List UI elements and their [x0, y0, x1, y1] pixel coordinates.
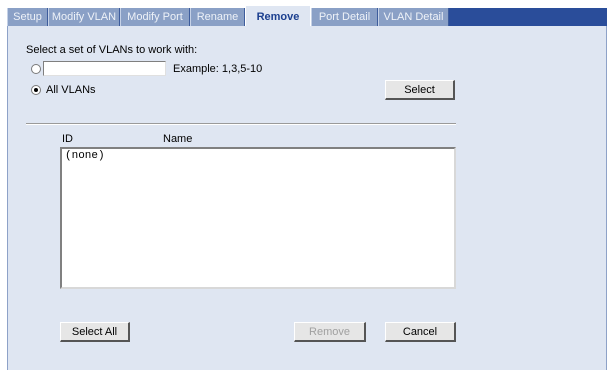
- list-item[interactable]: (none): [62, 149, 454, 163]
- custom-vlans-radio[interactable]: [31, 64, 41, 74]
- all-vlans-radio[interactable]: [31, 85, 41, 95]
- tab-modify-vlan[interactable]: Modify VLAN: [48, 8, 120, 26]
- vlan-listbox[interactable]: (none): [60, 147, 456, 289]
- tab-setup[interactable]: Setup: [7, 8, 48, 26]
- all-vlans-label: All VLANs: [46, 84, 96, 96]
- select-button[interactable]: Select: [385, 80, 455, 100]
- divider: [26, 123, 456, 125]
- vlan-select-prompt: Select a set of VLANs to work with:: [26, 44, 198, 56]
- tab-modify-port[interactable]: Modify Port: [120, 8, 190, 26]
- remove-button[interactable]: Remove: [294, 322, 366, 342]
- column-header-id: ID: [62, 133, 73, 145]
- tab-port-detail[interactable]: Port Detail: [311, 8, 378, 26]
- tab-rename[interactable]: Rename: [190, 8, 245, 26]
- select-all-button[interactable]: Select All: [60, 322, 130, 342]
- vlan-list-input[interactable]: [43, 61, 166, 76]
- example-hint: Example: 1,3,5-10: [173, 63, 263, 75]
- column-header-name: Name: [163, 133, 193, 145]
- tab-remove[interactable]: Remove: [245, 6, 311, 26]
- tab-bar: Setup Modify VLAN Modify Port Rename Rem…: [0, 0, 614, 26]
- tab-vlan-detail[interactable]: VLAN Detail: [378, 8, 449, 26]
- cancel-button[interactable]: Cancel: [385, 322, 456, 342]
